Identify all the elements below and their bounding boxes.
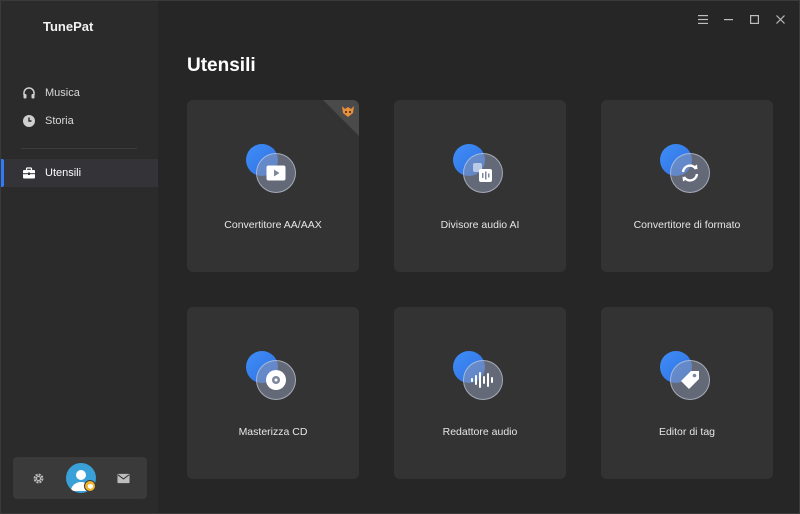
tool-card-format-converter[interactable]: Convertitore di formato [601, 100, 773, 272]
sidebar-item-utensili[interactable]: Utensili [1, 159, 158, 187]
tool-card-aa-aax-converter[interactable]: Convertitore AA/AAX [187, 100, 359, 272]
gear-icon[interactable] [30, 470, 46, 486]
headphones-icon [22, 86, 36, 100]
sidebar-item-label: Utensili [45, 167, 82, 179]
sidebar-item-label: Storia [45, 115, 74, 127]
sidebar: TunePat Musica Storia Utensili [1, 1, 158, 513]
tool-card-label: Editor di tag [658, 426, 716, 438]
fox-badge-icon [340, 103, 356, 119]
disc-icon [246, 351, 300, 405]
menu-icon[interactable] [696, 12, 710, 26]
maximize-icon[interactable] [747, 12, 761, 26]
sidebar-bottom-bar [13, 457, 147, 499]
refresh-icon [660, 144, 714, 198]
play-icon [246, 144, 300, 198]
tool-card-label: Masterizza CD [238, 426, 308, 438]
tool-card-label: Convertitore AA/AAX [224, 219, 322, 231]
app-title: TunePat [43, 19, 94, 34]
toolbox-icon [22, 166, 36, 180]
page-title: Utensili [187, 55, 256, 76]
tool-card-ai-audio-splitter[interactable]: Divisore audio AI [394, 100, 566, 272]
app-window: TunePat Musica Storia Utensili Utensili … [0, 0, 800, 514]
sidebar-item-storia[interactable]: Storia [1, 107, 158, 135]
sidebar-item-label: Musica [45, 87, 80, 99]
tool-card-label: Divisore audio AI [440, 219, 520, 231]
close-icon[interactable] [773, 12, 787, 26]
sidebar-divider [21, 148, 137, 149]
tool-card-label: Convertitore di formato [633, 219, 741, 231]
tool-card-audio-editor[interactable]: Redattore audio [394, 307, 566, 479]
tool-card-label: Redattore audio [442, 426, 518, 438]
mail-icon[interactable] [115, 470, 131, 486]
vip-badge-icon [84, 480, 96, 492]
clock-icon [22, 114, 36, 128]
audio-split-icon [453, 144, 507, 198]
tag-icon [660, 351, 714, 405]
tool-card-tag-editor[interactable]: Editor di tag [601, 307, 773, 479]
sidebar-item-musica[interactable]: Musica [1, 79, 158, 107]
waveform-icon [453, 351, 507, 405]
minimize-icon[interactable] [721, 12, 735, 26]
tool-card-burn-cd[interactable]: Masterizza CD [187, 307, 359, 479]
